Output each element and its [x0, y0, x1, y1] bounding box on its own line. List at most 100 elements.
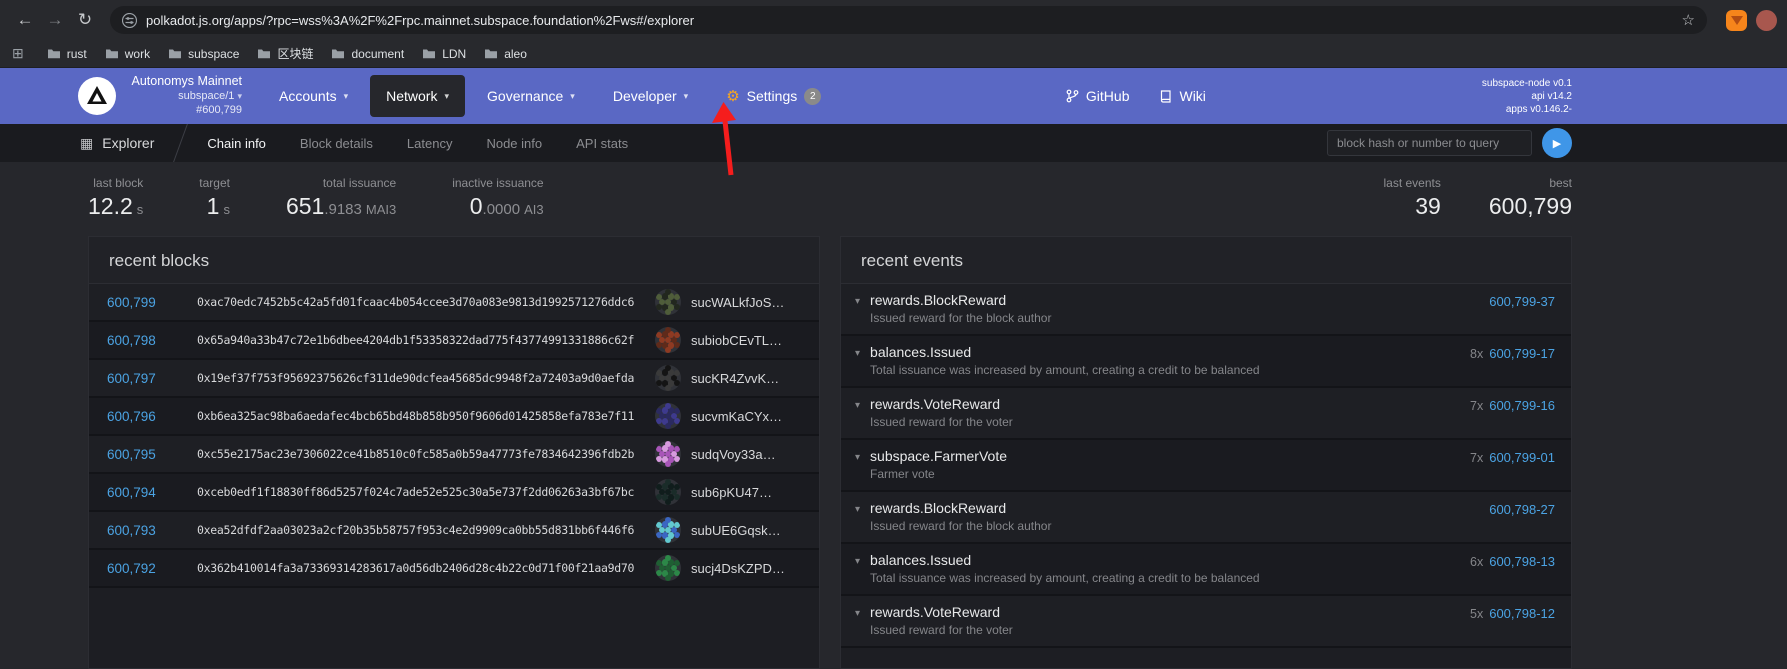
chevron-down-icon: ▾ — [444, 91, 449, 102]
nav-item-governance[interactable]: Governance ▾ — [471, 75, 591, 117]
browser-back-icon[interactable]: ← — [10, 5, 40, 35]
author-identicon[interactable] — [655, 403, 681, 429]
node-version: subspace-node v0.1 — [1482, 77, 1572, 90]
author-identicon[interactable] — [655, 441, 681, 467]
recent-events-panel: recent events ▾ rewards.BlockReward Issu… — [840, 236, 1572, 669]
bookmark-folder[interactable]: LDN — [413, 44, 475, 64]
browser-address-bar[interactable]: polkadot.js.org/apps/?rpc=wss%3A%2F%2Frp… — [110, 6, 1707, 34]
author-identicon[interactable] — [655, 517, 681, 543]
block-number-link[interactable]: 600,793 — [107, 523, 197, 538]
nav-item-accounts[interactable]: Accounts ▾ — [263, 75, 364, 117]
bookmark-folder[interactable]: rust — [38, 44, 96, 64]
chevron-down-icon[interactable]: ▾ — [855, 556, 860, 567]
event-block-link[interactable]: 600,798-13 — [1489, 554, 1555, 569]
bookmark-folder[interactable]: 区块链 — [248, 42, 322, 65]
block-author-address[interactable]: sucvmKaCYx… — [691, 409, 803, 424]
github-link[interactable]: GitHub — [1066, 88, 1130, 104]
bookmark-star-icon[interactable]: ☆ — [1682, 11, 1695, 29]
event-block-link[interactable]: 600,799-17 — [1489, 346, 1555, 361]
fox-icon — [1731, 16, 1743, 25]
folder-icon — [257, 48, 271, 59]
table-row: 600,793 0xea52dfdf2aa03023a2cf20b35b5875… — [89, 512, 819, 550]
stat-decimals: .9183 — [324, 201, 362, 218]
stat-label: target — [199, 176, 230, 190]
grid-icon: ▦ — [80, 135, 93, 152]
bookmark-folder[interactable]: subspace — [159, 44, 248, 64]
chevron-down-icon[interactable]: ▾ — [855, 296, 860, 307]
chevron-down-icon[interactable]: ▾ — [855, 452, 860, 463]
bookmark-label: rust — [67, 47, 87, 61]
block-number-link[interactable]: 600,798 — [107, 333, 197, 348]
panel-title: recent blocks — [89, 237, 819, 284]
metamask-extension-icon[interactable] — [1726, 10, 1747, 31]
wiki-label: Wiki — [1179, 88, 1205, 104]
tab-chain-info[interactable]: Chain info — [207, 136, 266, 151]
block-number-link[interactable]: 600,795 — [107, 447, 197, 462]
author-identicon[interactable] — [655, 555, 681, 581]
browser-profile-avatar[interactable] — [1756, 10, 1777, 31]
apps-grid-icon[interactable]: ⊞ — [12, 45, 24, 62]
browser-forward-icon[interactable]: → — [40, 5, 70, 35]
event-block-link[interactable]: 600,798-12 — [1489, 606, 1555, 621]
site-info-icon[interactable] — [122, 13, 137, 28]
event-name: rewards.BlockReward — [870, 292, 1051, 308]
block-author-address[interactable]: subUE6Gqsk… — [691, 523, 803, 538]
event-main: rewards.BlockReward Issued reward for th… — [870, 292, 1051, 325]
bookmark-label: 区块链 — [277, 45, 313, 62]
divider — [170, 124, 191, 162]
author-identicon[interactable] — [655, 365, 681, 391]
bookmark-folder[interactable]: aleo — [475, 44, 536, 64]
tab-node-info[interactable]: Node info — [486, 136, 542, 151]
event-description: Farmer vote — [870, 467, 1007, 481]
search-go-button[interactable]: ▶ — [1542, 128, 1572, 158]
bookmark-folder[interactable]: work — [96, 44, 159, 64]
chain-name: Autonomys Mainnet — [124, 74, 242, 90]
block-number-link[interactable]: 600,794 — [107, 485, 197, 500]
nav-item-network[interactable]: Network ▾ — [370, 75, 465, 117]
app-header: Autonomys Mainnet subspace/1 ▾ #600,799 … — [0, 68, 1787, 124]
block-number-link[interactable]: 600,796 — [107, 409, 197, 424]
nav-label: Accounts — [279, 88, 337, 104]
network-selector[interactable]: subspace/1 ▾ — [124, 90, 242, 104]
bookmark-folder[interactable]: document — [322, 44, 413, 64]
main-content: last block 12.2s target 1s total issuanc… — [0, 162, 1787, 669]
event-block-link[interactable]: 600,799-01 — [1489, 450, 1555, 465]
block-author-address[interactable]: sucWALkfJoS… — [691, 295, 803, 310]
url-text: polkadot.js.org/apps/?rpc=wss%3A%2F%2Frp… — [146, 13, 694, 28]
block-search-input[interactable] — [1327, 130, 1532, 156]
chain-logo[interactable] — [78, 77, 116, 115]
chevron-down-icon[interactable]: ▾ — [855, 504, 860, 515]
block-number-link[interactable]: 600,799 — [107, 295, 197, 310]
browser-reload-icon[interactable]: ↻ — [70, 5, 100, 35]
block-author-address[interactable]: subiobCEvTL… — [691, 333, 803, 348]
block-number-link[interactable]: 600,797 — [107, 371, 197, 386]
table-row: 600,797 0x19ef37f753f95692375626cf311de9… — [89, 360, 819, 398]
event-block-link[interactable]: 600,799-37 — [1489, 294, 1555, 309]
block-hash: 0xceb0edf1f18830ff86d5257f024c7ade52e525… — [197, 485, 655, 499]
nav-item-developer[interactable]: Developer ▾ — [597, 75, 704, 117]
block-author-address[interactable]: sucKR4ZvvK… — [691, 371, 803, 386]
tab-latency[interactable]: Latency — [407, 136, 453, 151]
bookmark-label: aleo — [504, 47, 527, 61]
wiki-link[interactable]: Wiki — [1159, 88, 1205, 104]
author-identicon[interactable] — [655, 289, 681, 315]
chevron-down-icon[interactable]: ▾ — [855, 348, 860, 359]
block-author-address[interactable]: sucj4DsKZPD… — [691, 561, 803, 576]
event-block-link[interactable]: 600,798-27 — [1489, 502, 1555, 517]
explorer-section[interactable]: ▦ Explorer — [80, 135, 154, 152]
chevron-down-icon[interactable]: ▾ — [855, 400, 860, 411]
tab-block-details[interactable]: Block details — [300, 136, 373, 151]
block-author-address[interactable]: sudqVoy33a… — [691, 447, 803, 462]
chevron-down-icon[interactable]: ▾ — [855, 608, 860, 619]
stat-label: best — [1489, 176, 1572, 190]
table-row: 600,799 0xac70edc7452b5c42a5fd01fcaac4b0… — [89, 284, 819, 322]
event-link-wrap: 6x600,798-13 — [1470, 552, 1555, 569]
event-block-link[interactable]: 600,799-16 — [1489, 398, 1555, 413]
stat-label: inactive issuance — [452, 176, 543, 190]
block-number-link[interactable]: 600,792 — [107, 561, 197, 576]
author-identicon[interactable] — [655, 327, 681, 353]
block-author-address[interactable]: sub6pKU47… — [691, 485, 803, 500]
author-identicon[interactable] — [655, 479, 681, 505]
tab-api-stats[interactable]: API stats — [576, 136, 628, 151]
block-hash: 0xc55e2175ac23e7306022ce41b8510c0fc585a0… — [197, 447, 655, 461]
